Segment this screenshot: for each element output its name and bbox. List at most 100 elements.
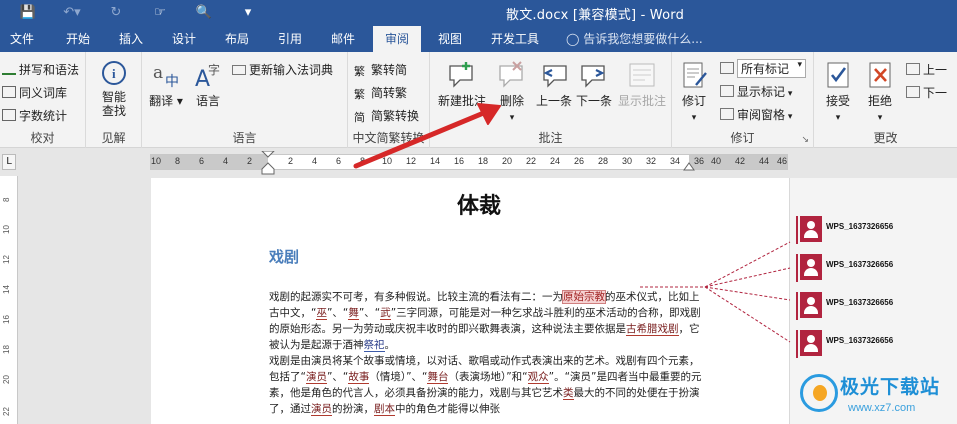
redo-icon[interactable]: ↻ — [94, 3, 138, 23]
right-indent-marker-icon[interactable] — [683, 161, 695, 171]
document-page[interactable]: 体裁 戏剧 戏剧的起源实不可考，有多种假说。比较主流的看法有二：一为原始宗教的巫… — [151, 178, 789, 424]
spelling-grammar-button[interactable]: 拼写和语法 — [2, 61, 79, 78]
group-label-changes: 更改 — [873, 131, 898, 145]
tell-me-box[interactable]: ◯ 告诉我您想要做什么... — [566, 26, 703, 52]
tab-view[interactable]: 视图 — [428, 26, 472, 52]
watermark-url: www.xz7.com — [848, 402, 916, 414]
tab-developer[interactable]: 开发工具 — [482, 26, 548, 52]
next-change-icon — [906, 86, 920, 98]
simp-trad-icon: 繁 — [354, 88, 365, 101]
traditional-to-simplified-button[interactable]: 繁繁转简 — [354, 61, 407, 78]
group-proofing: 拼写和语法 同义词库 字数统计 校对 — [0, 52, 86, 148]
ruler-number: 20 — [502, 156, 513, 166]
ruler-number: 40 — [711, 156, 722, 166]
group-label-tracking: 修订 — [730, 131, 755, 145]
ruler-number: 42 — [735, 156, 746, 166]
previous-comment-icon — [543, 65, 567, 88]
new-comment-button[interactable]: 新建批注 — [434, 60, 490, 109]
comment-bar — [796, 292, 798, 320]
thesaurus-button[interactable]: 同义词库 — [2, 84, 67, 101]
markup-dropdown-icon: ▾ — [797, 60, 803, 70]
paragraph-2[interactable]: 戏剧是由演员将某个故事或情境，以对话、歌唱或动作式表演出来的艺术。戏剧有四个元素… — [269, 353, 705, 417]
customize-qat-icon[interactable]: ▾ — [226, 3, 270, 23]
tab-references[interactable]: 引用 — [268, 26, 312, 52]
reject-dropdown-icon[interactable]: ▾ — [878, 113, 883, 123]
ruler-number: 16 — [454, 156, 465, 166]
vruler-number: 10 — [2, 225, 11, 234]
tab-mailings[interactable]: 邮件 — [321, 26, 365, 52]
print-preview-icon[interactable]: 🔍 — [182, 3, 226, 23]
save-icon[interactable]: 💾 — [6, 3, 50, 23]
update-ime-dictionary-button[interactable]: 更新输入法词典 — [232, 61, 333, 78]
avatar-icon — [800, 254, 822, 280]
next-change-button[interactable]: 下一 — [906, 84, 947, 101]
vruler-number: 18 — [2, 345, 11, 354]
markup-display-icon — [720, 62, 734, 74]
review-pane-button[interactable]: 审阅窗格 ▾ — [720, 106, 792, 123]
word-count-button[interactable]: 字数统计 — [2, 107, 67, 124]
dialog-launcher-icon[interactable]: ↘ — [801, 135, 809, 145]
ribbon: 拼写和语法 同义词库 字数统计 校对 i 智能 查找 见解 a中 翻译 ▾ A字… — [0, 52, 957, 148]
previous-change-button[interactable]: 上一 — [906, 61, 947, 78]
ruler-number: 28 — [598, 156, 609, 166]
accept-button[interactable]: 接受 ▾ — [820, 60, 856, 123]
vruler-number: 22 — [2, 407, 11, 416]
horizontal-ruler[interactable]: 10 8 6 4 2 2 4 6 8 10 12 14 16 18 20 22 … — [150, 151, 788, 175]
undo-icon[interactable]: ↶▾ — [50, 3, 94, 23]
ruler-number: 4 — [223, 156, 229, 166]
paragraph-1[interactable]: 戏剧的起源实不可考，有多种假说。比较主流的看法有二：一为原始宗教的巫术仪式，比如… — [269, 289, 705, 353]
translate-button[interactable]: a中 翻译 ▾ — [146, 60, 186, 109]
track-changes-button[interactable]: 修订 ▾ — [676, 60, 712, 123]
tab-file[interactable]: 文件 — [0, 26, 44, 52]
smart-lookup-button[interactable]: i 智能 查找 — [92, 60, 136, 118]
comment-balloon[interactable]: WPS_1637326656 — [796, 254, 950, 282]
show-comments-button[interactable]: 显示批注 — [616, 60, 668, 109]
track-dropdown-icon[interactable]: ▾ — [692, 113, 697, 123]
title-bar: 💾 ↶▾ ↻ ☞ 🔍 ▾ 散文.docx [兼容模式] - Word — [0, 0, 957, 26]
ruler-number: 32 — [646, 156, 657, 166]
delete-comment-button[interactable]: 删除 ▾ — [492, 60, 532, 123]
comment-balloon[interactable]: WPS_1637326656 — [796, 216, 950, 244]
indent-marker-icon[interactable] — [261, 151, 275, 175]
tab-design[interactable]: 设计 — [162, 26, 206, 52]
show-markup-button[interactable]: 显示标记 ▾ — [720, 83, 792, 100]
tab-review[interactable]: 审阅 — [373, 26, 421, 52]
accept-dropdown-icon[interactable]: ▾ — [836, 113, 841, 123]
commented-text[interactable]: 原始宗教 — [562, 290, 606, 304]
vertical-ruler[interactable]: 8 10 12 14 16 18 20 22 — [0, 176, 18, 424]
language-button[interactable]: A字 语言 — [188, 60, 228, 109]
lightbulb-icon: ◯ — [566, 32, 584, 46]
group-chinese-conversion: 繁繁转简 繁简转繁 简简繁转换 中文简繁转换 — [348, 52, 430, 148]
chinese-conversion-button[interactable]: 简简繁转换 — [354, 107, 419, 124]
ruler-number: 34 — [670, 156, 681, 166]
document-heading: 体裁 — [457, 193, 502, 219]
vruler-number: 14 — [2, 285, 11, 294]
tab-home[interactable]: 开始 — [56, 26, 100, 52]
tab-insert[interactable]: 插入 — [109, 26, 153, 52]
tab-layout[interactable]: 布局 — [215, 26, 259, 52]
touch-mode-icon[interactable]: ☞ — [138, 3, 182, 23]
simplified-to-traditional-button[interactable]: 繁简转繁 — [354, 84, 407, 101]
next-comment-icon — [581, 65, 605, 88]
ruler-number: 44 — [759, 156, 770, 166]
window-title: 散文.docx [兼容模式] - Word — [506, 8, 685, 23]
comment-bar — [796, 330, 798, 358]
translate-icon: a中 — [153, 63, 179, 90]
smart-lookup-icon: i — [102, 61, 126, 85]
comment-bar — [796, 216, 798, 244]
vruler-number: 16 — [2, 315, 11, 324]
markup-select[interactable]: 所有标记 ▾ — [720, 59, 807, 78]
delete-dropdown-icon[interactable]: ▾ — [510, 113, 515, 123]
comment-author: WPS_1637326656 — [826, 260, 894, 269]
track-changes-icon — [683, 62, 707, 88]
ime-dictionary-icon — [232, 65, 246, 75]
ruler-number: 14 — [430, 156, 441, 166]
comment-balloon[interactable]: WPS_1637326656 — [796, 292, 950, 320]
previous-comment-button[interactable]: 上一条 — [534, 60, 574, 109]
ribbon-tabs: 文件 开始 插入 设计 布局 引用 邮件 审阅 视图 开发工具 ◯ 告诉我您想要… — [0, 26, 957, 52]
tab-stop-selector[interactable]: L — [2, 154, 16, 170]
avatar-icon — [800, 330, 822, 356]
comment-balloon[interactable]: WPS_1637326656 — [796, 330, 950, 358]
reject-button[interactable]: 拒绝 ▾ — [862, 60, 898, 123]
next-comment-button[interactable]: 下一条 — [574, 60, 614, 109]
